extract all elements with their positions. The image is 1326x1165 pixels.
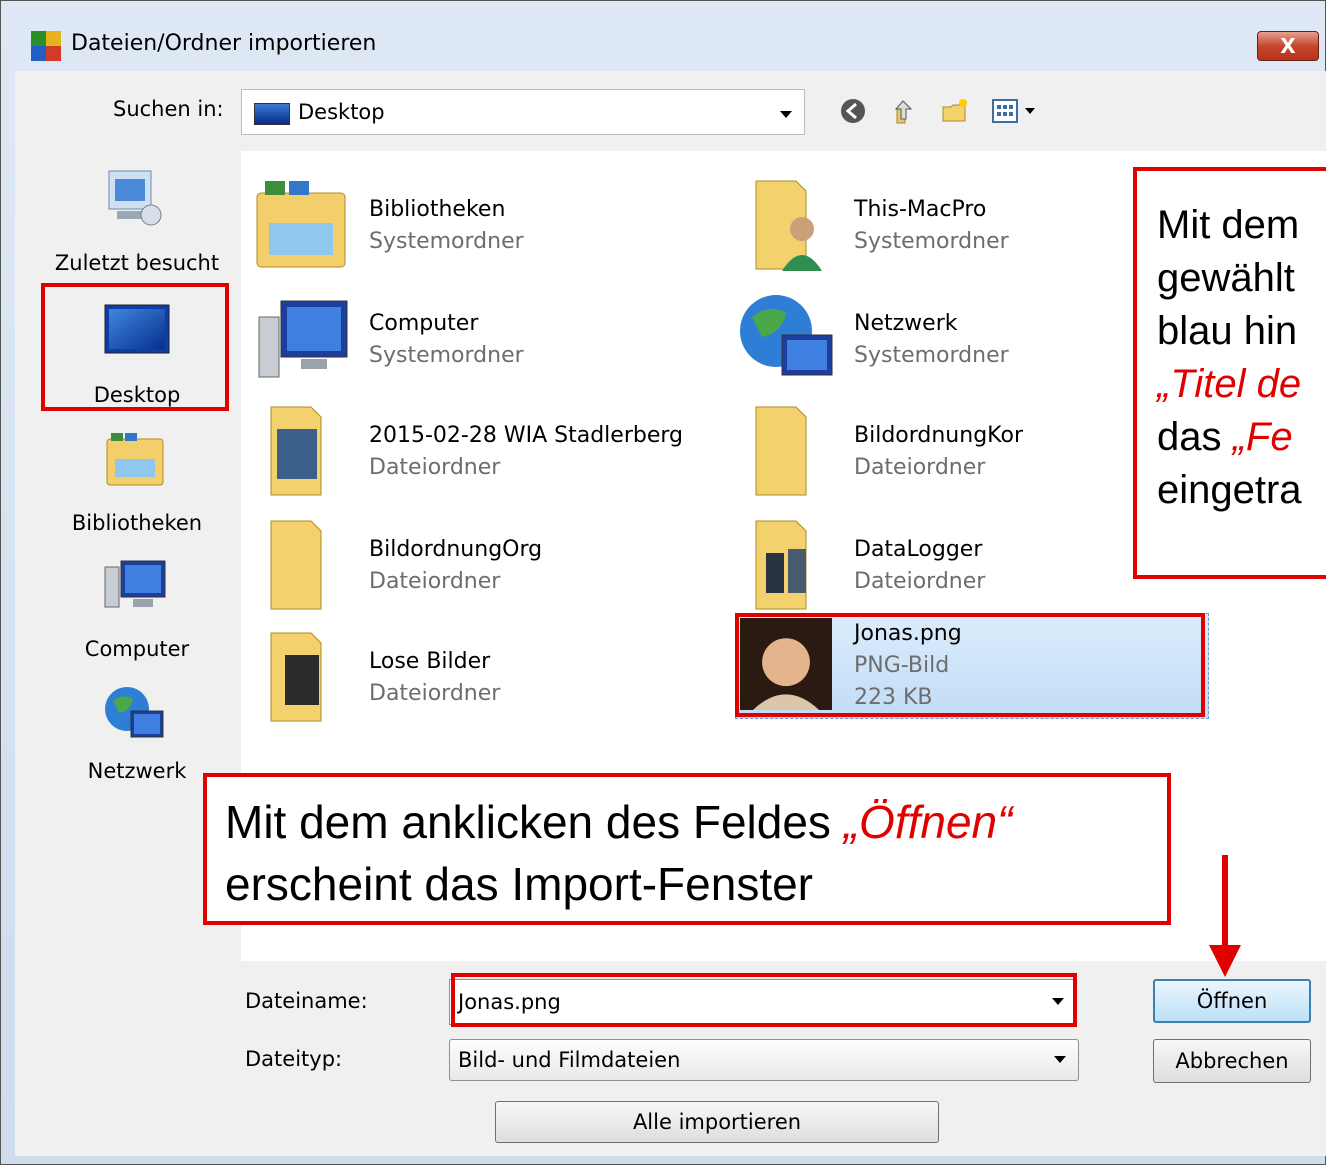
chevron-down-icon (780, 111, 792, 118)
item-type: Dateiordner (854, 569, 986, 594)
item-type: Systemordner (854, 229, 1009, 254)
callout-line: Mit dem (1157, 203, 1300, 247)
cancel-button[interactable]: Abbrechen (1153, 1039, 1311, 1083)
app-icon (31, 31, 61, 61)
item-type: Dateiordner (854, 455, 986, 480)
filetype-select[interactable]: Bild- und Filmdateien (449, 1039, 1079, 1081)
folder-icon (755, 520, 807, 610)
item-type: Dateiordner (369, 569, 501, 594)
callout-text: das (1157, 415, 1233, 459)
view-menu-icon[interactable] (991, 97, 1043, 125)
chevron-down-icon (1054, 1056, 1066, 1063)
lookin-value: Desktop (298, 100, 385, 124)
folder-icon (755, 406, 807, 496)
folder-icon (270, 406, 322, 496)
callout-line: eingetra (1157, 468, 1302, 512)
places-bar: Zuletzt besucht Desktop Bibliotheken Com… (31, 151, 231, 961)
callout-line: blau hin (1157, 309, 1298, 353)
place-label: Computer (84, 637, 190, 661)
place-label: Netzwerk (87, 759, 187, 783)
lookin-dropdown[interactable]: Desktop (241, 89, 805, 135)
window-title: Dateien/Ordner importieren (71, 31, 377, 56)
item-name: Computer (369, 311, 479, 336)
close-button[interactable]: X (1257, 31, 1319, 61)
place-network[interactable]: Netzwerk (45, 683, 229, 793)
list-item[interactable]: BildordnungOrg Dateiordner (241, 503, 701, 610)
place-label: Zuletzt besucht (54, 251, 220, 275)
item-name: This-MacPro (854, 197, 987, 222)
place-recent[interactable]: Zuletzt besucht (45, 165, 229, 275)
place-libraries[interactable]: Bibliotheken (45, 429, 229, 539)
list-item[interactable]: Bibliotheken Systemordner (241, 163, 701, 268)
open-button[interactable]: Öffnen (1153, 979, 1311, 1023)
callout-bottom: Mit dem anklicken des Feldes „Öffnen“ er… (203, 773, 1171, 925)
item-type: Dateiordner (369, 455, 501, 480)
computer-icon (104, 560, 166, 608)
highlight-selected-file (735, 613, 1205, 717)
item-name: Lose Bilder (369, 649, 491, 674)
highlight-filename (451, 973, 1077, 1027)
callout-text: erscheint das Import-Fenster (225, 858, 814, 910)
item-name: DataLogger (854, 537, 983, 562)
network-icon (105, 687, 164, 738)
item-name: BildordnungOrg (369, 537, 543, 562)
callout-line: „Titel de (1157, 362, 1302, 406)
list-item[interactable]: This-MacPro Systemordner (726, 163, 1186, 271)
item-name: Netzwerk (854, 311, 958, 336)
folder-icon (270, 520, 322, 610)
computer-icon (258, 300, 348, 378)
lookin-label: Suchen in: (113, 97, 224, 121)
list-item[interactable]: Netzwerk Systemordner (726, 277, 1186, 377)
back-icon[interactable] (839, 97, 867, 125)
network-icon (740, 295, 833, 376)
recent-places-icon (108, 170, 162, 226)
libraries-icon (256, 181, 346, 268)
list-item[interactable]: BildordnungKor Dateiordner (726, 389, 1186, 496)
up-folder-icon[interactable] (891, 97, 919, 125)
list-item[interactable]: 2015-02-28 WIA Stadlerberg Dateiordner (241, 389, 701, 496)
new-folder-icon[interactable] (941, 97, 969, 125)
desktop-icon (254, 103, 290, 125)
filetype-value: Bild- und Filmdateien (458, 1048, 681, 1072)
item-type: Systemordner (854, 343, 1009, 368)
list-item[interactable]: DataLogger Dateiordner (726, 503, 1186, 610)
place-label: Bibliotheken (71, 511, 203, 535)
item-type: Dateiordner (369, 681, 501, 706)
item-name: Bibliotheken (369, 197, 506, 222)
import-all-button[interactable]: Alle importieren (495, 1101, 939, 1143)
list-item[interactable]: Lose Bilder Dateiordner (241, 615, 701, 722)
highlight-desktop (41, 283, 229, 411)
close-icon: X (1280, 34, 1296, 58)
arrow-down-icon (1209, 855, 1241, 977)
callout-text: „Öffnen“ (843, 796, 1013, 848)
item-type: Systemordner (369, 343, 524, 368)
item-name: BildordnungKor (854, 423, 1023, 448)
item-type: Systemordner (369, 229, 524, 254)
place-computer[interactable]: Computer (45, 557, 229, 667)
callout-right: Mit dem gewählt blau hin „Titel de das „… (1133, 167, 1326, 579)
folder-icon (270, 632, 322, 722)
filename-label: Dateiname: (245, 989, 368, 1013)
callout-text: Mit dem anklicken des Feldes (225, 796, 844, 848)
item-name: 2015-02-28 WIA Stadlerberg (369, 423, 683, 448)
user-folder-icon (755, 180, 822, 271)
libraries-icon (106, 433, 164, 486)
file-import-dialog: Dateien/Ordner importieren X Suchen in: … (0, 0, 1326, 1165)
list-item[interactable]: Computer Systemordner (241, 277, 701, 378)
callout-text: „Fe (1232, 415, 1293, 459)
filetype-label: Dateityp: (245, 1047, 343, 1071)
callout-line: das „Fe (1157, 411, 1326, 464)
callout-line: gewählt (1157, 256, 1295, 300)
